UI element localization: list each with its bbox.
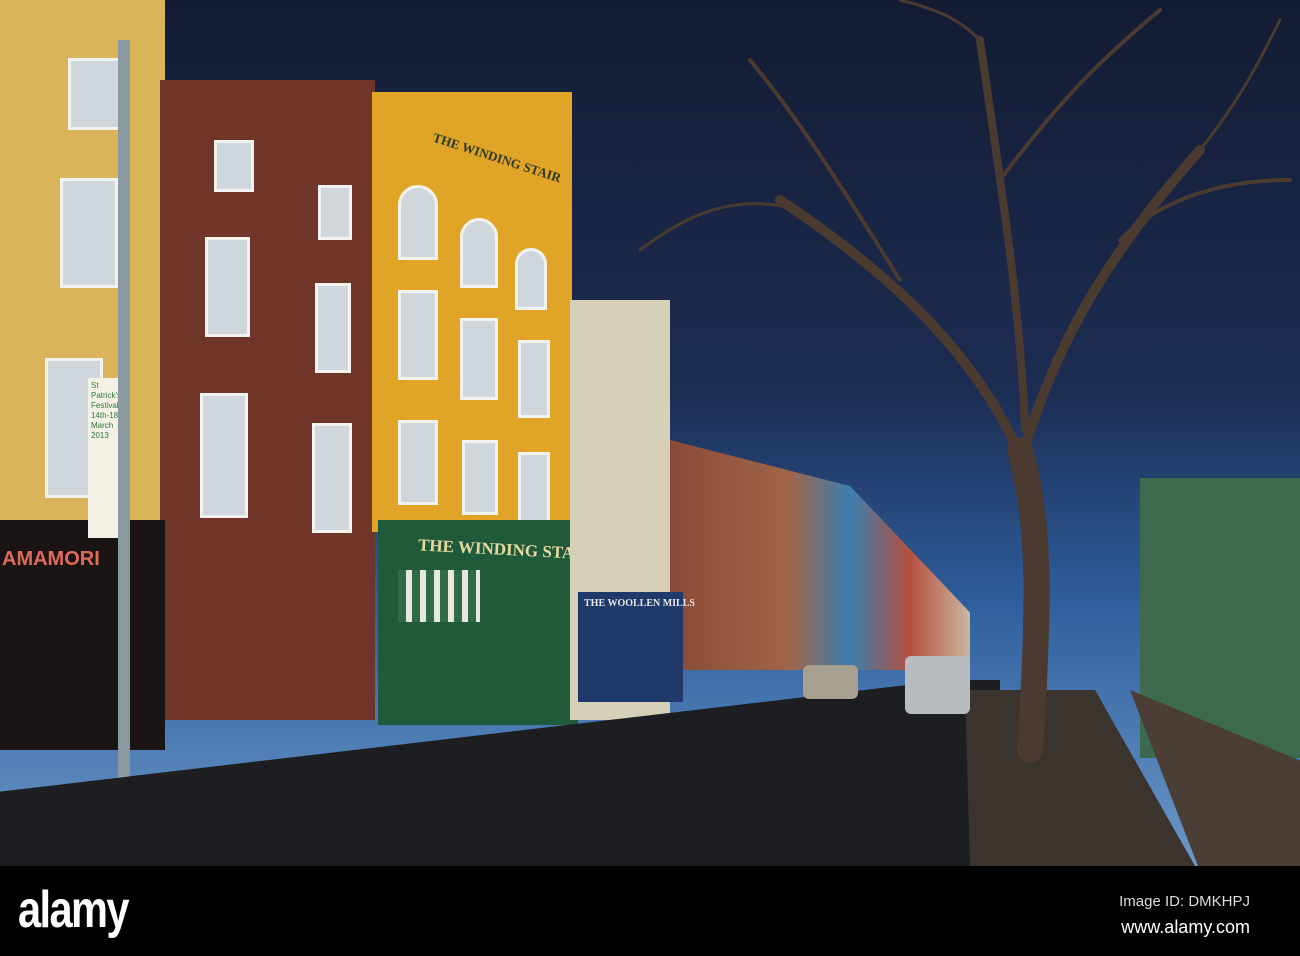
brick-building: [160, 80, 375, 720]
image-id: Image ID: DMKHPJ: [1119, 893, 1250, 910]
street-photo: THE WINDING STAIR THE WINDING STAIR THE …: [0, 0, 1300, 956]
alamy-logo: alamy: [18, 881, 130, 939]
restaurant-sign: AMAMORI: [2, 548, 100, 570]
awning: [398, 570, 480, 622]
site-url: www.alamy.com: [1121, 917, 1250, 937]
lamp-post: [118, 40, 130, 810]
watermark-bar: [0, 866, 1300, 956]
